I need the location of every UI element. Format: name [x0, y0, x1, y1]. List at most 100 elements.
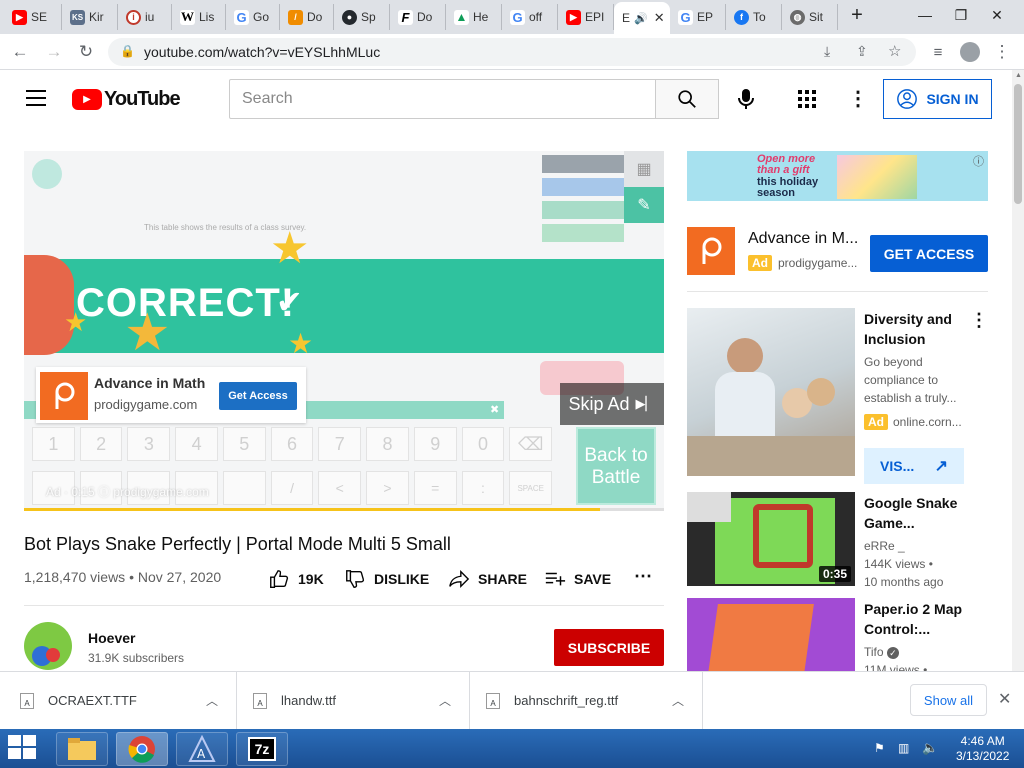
dislike-button[interactable]: DISLIKE [344, 568, 429, 590]
more-actions-icon[interactable]: ⋯ [634, 566, 652, 587]
browser-tab[interactable]: ◍ Sit [782, 4, 838, 30]
grid-icon[interactable]: ▦ [624, 151, 664, 187]
font-viewer-icon[interactable]: A [176, 732, 228, 766]
channel-name[interactable]: Hoever [88, 630, 135, 646]
sidebar-thumbnail[interactable] [687, 308, 855, 476]
chrome-icon[interactable] [116, 732, 168, 766]
item-menu-icon[interactable]: ⋮ [970, 310, 988, 331]
sidebar-item-title[interactable]: Google Snake Game... [864, 493, 957, 533]
star-icon: ★ [270, 224, 310, 273]
minimize-button[interactable]: — [908, 0, 942, 30]
prodigy-logo-icon[interactable] [687, 227, 735, 275]
share-button[interactable]: SHARE [448, 568, 527, 590]
companion-ad-title[interactable]: Advance in M... [748, 230, 858, 248]
get-access-button[interactable]: GET ACCESS [870, 235, 988, 272]
keypad-key: 4 [175, 427, 218, 461]
download-item[interactable]: A bahnschrift_reg.ttf ︿ [470, 672, 703, 729]
chevron-up-icon[interactable]: ︿ [672, 692, 684, 709]
browser-tab[interactable]: f To [726, 4, 782, 30]
hamburger-menu-icon[interactable] [26, 90, 46, 106]
chevron-up-icon[interactable]: ︿ [206, 692, 218, 709]
close-window-button[interactable]: ✕ [980, 0, 1014, 30]
browser-tab[interactable]: ▲ He [446, 4, 502, 30]
ad-info-icon[interactable]: ⓘ [973, 153, 984, 169]
browser-tab[interactable]: Goff [502, 4, 558, 30]
reload-icon[interactable]: ↻ [74, 40, 98, 64]
bookmark-star-icon[interactable]: ☆ [888, 42, 901, 60]
profile-avatar-icon[interactable] [958, 40, 982, 64]
back-to-battle-button[interactable]: Back to Battle [576, 427, 656, 505]
chevron-up-icon[interactable]: ︿ [439, 692, 451, 709]
volume-muted-icon[interactable]: 🔈 [922, 740, 938, 756]
microphone-icon[interactable] [736, 88, 756, 115]
progress-track[interactable] [24, 508, 664, 511]
audio-icon[interactable]: 🔊 [634, 12, 648, 25]
subscribe-button[interactable]: SUBSCRIBE [554, 629, 664, 666]
search-button[interactable] [655, 79, 719, 119]
info-icon: i [126, 9, 141, 25]
network-icon[interactable]: ▥ [898, 741, 909, 755]
channel-avatar[interactable] [24, 622, 72, 670]
url-text: youtube.com/watch?v=vEYSLhhMLuc [144, 44, 381, 60]
keypad-key: > [366, 471, 409, 505]
system-clock[interactable]: 4:46 AM 3/13/2022 [956, 734, 1009, 764]
media-queue-icon[interactable]: ≡ [926, 40, 950, 64]
companion-ad-meta: Ad prodigygame... [748, 255, 857, 271]
close-tab-icon[interactable]: ✕ [654, 10, 665, 26]
mute-read-icon[interactable] [32, 159, 62, 189]
apps-grid-icon[interactable] [798, 90, 816, 113]
sidebar-item-title[interactable]: Paper.io 2 Map Control:... [864, 599, 962, 639]
browser-tab[interactable]: F Do [390, 4, 446, 30]
back-icon[interactable]: ← [8, 40, 32, 64]
browser-tab[interactable]: G Go [226, 4, 280, 30]
close-download-shelf-icon[interactable]: ✕ [998, 689, 1011, 709]
browser-tab[interactable]: ▶ SE [4, 4, 62, 30]
font-file-icon: A [20, 692, 34, 709]
video-player[interactable]: This table shows the results of a class … [24, 151, 664, 511]
download-item[interactable]: A OCRAEXT.TTF ︿ [0, 672, 237, 729]
browser-tab[interactable]: ▶ EPI [558, 4, 614, 30]
forward-icon[interactable]: → [42, 40, 66, 64]
scroll-up-icon[interactable]: ▲ [1015, 72, 1022, 79]
browser-tab[interactable]: G EP [670, 4, 726, 30]
download-page-icon[interactable]: ⤓ [824, 43, 830, 60]
settings-more-icon[interactable]: ⋮ [848, 86, 868, 111]
browser-tab[interactable]: ● Sp [334, 4, 390, 30]
sidebar-item-title[interactable]: Diversity and Inclusion [864, 309, 952, 349]
ad-overlay-card[interactable]: Advance in Math prodigygame.com Get Acce… [36, 367, 306, 423]
browser-tab[interactable]: W Lis [172, 4, 226, 30]
share-page-icon[interactable]: ⇪ [856, 43, 868, 60]
holiday-banner-ad[interactable]: Open more than a gift this holiday seaso… [687, 151, 988, 201]
browser-tab[interactable]: i iu [118, 4, 172, 30]
action-center-flag-icon[interactable]: ⚑ [874, 741, 885, 755]
like-button[interactable]: 19K [268, 568, 324, 590]
drive-icon: ▲ [454, 9, 469, 25]
7zip-icon[interactable]: 7z [236, 732, 288, 766]
skip-ad-button[interactable]: Skip Ad ▶▏ [560, 383, 664, 425]
browser-tab-active[interactable]: E 🔊 ✕ [614, 2, 670, 34]
scrollbar-thumb[interactable] [1014, 84, 1022, 204]
download-item[interactable]: A lhandw.ttf ︿ [237, 672, 470, 729]
google-icon: G [234, 9, 249, 25]
browser-tab[interactable]: / Do [280, 4, 334, 30]
show-all-button[interactable]: Show all [910, 684, 987, 716]
video-meta: 1,218,470 views • Nov 27, 2020 [24, 569, 222, 585]
folder-icon[interactable] [56, 732, 108, 766]
browser-menu-icon[interactable]: ⋮ [990, 40, 1014, 64]
browser-tab[interactable]: KS Kir [62, 4, 118, 30]
search-input[interactable] [229, 79, 656, 119]
youtube-logo[interactable]: ▶ YouTube [72, 88, 181, 111]
new-tab-button[interactable]: + [840, 0, 874, 30]
visit-site-button[interactable]: VIS... ↗ [864, 448, 964, 484]
sign-in-button[interactable]: SIGN IN [883, 79, 992, 119]
user-icon [897, 89, 918, 109]
sidebar-thumbnail[interactable]: 0:35 [687, 492, 855, 586]
page-scrollbar[interactable]: ▲ [1012, 70, 1024, 671]
save-button[interactable]: SAVE [544, 568, 611, 590]
sidebar-thumbnail[interactable] [687, 598, 855, 671]
windows-start-icon[interactable] [8, 735, 38, 766]
restore-button[interactable]: ❐ [944, 0, 978, 30]
address-bar[interactable]: 🔒 youtube.com/watch?v=vEYSLhhMLuc ⤓ ⇪ ☆ [108, 38, 916, 66]
get-access-button[interactable]: Get Access [219, 382, 297, 410]
pencil-icon[interactable]: ✎ [624, 187, 664, 223]
